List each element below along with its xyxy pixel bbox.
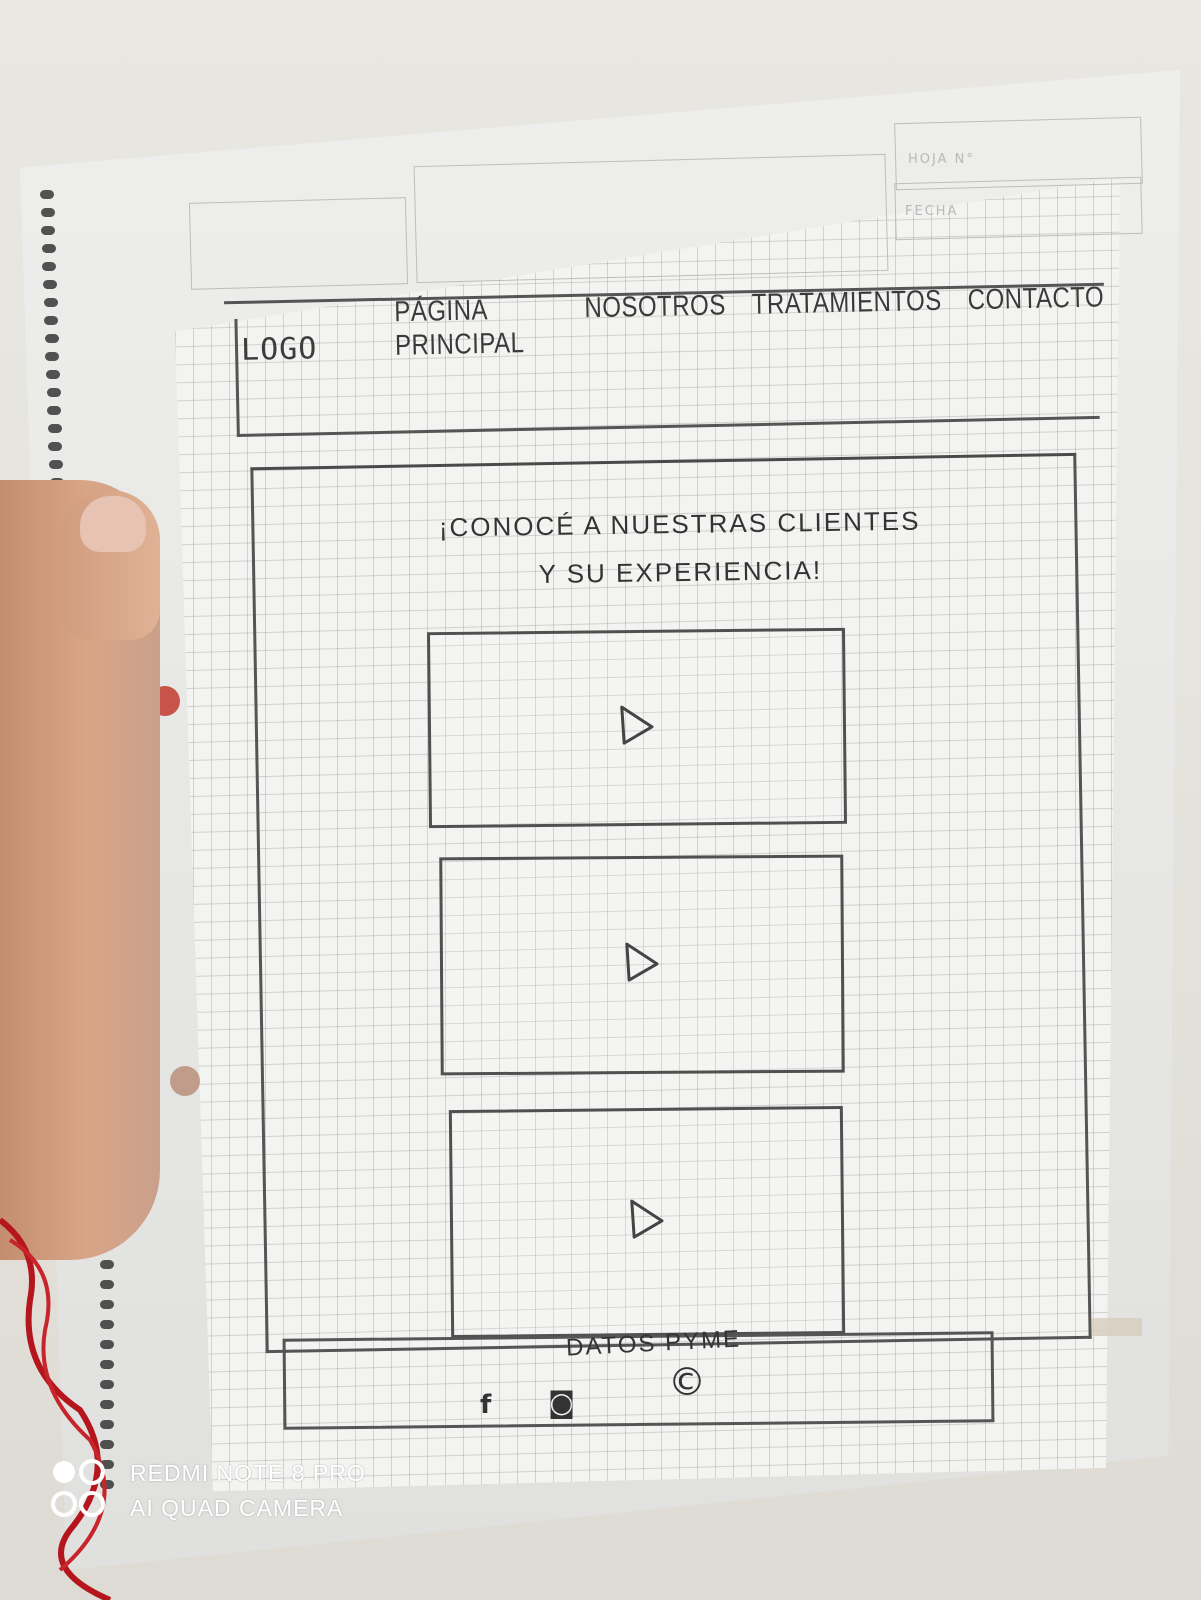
spiral-ring (42, 262, 57, 271)
wireframe-header: LOGO PÁGINA PRINCIPAL NOSOTROS TRATAMIEN… (223, 241, 1107, 444)
spiral-ring (46, 370, 60, 379)
punch-hole (170, 1066, 200, 1096)
play-icon[interactable] (626, 1197, 669, 1247)
logo: LOGO (240, 331, 318, 368)
headline-line-2: Y SU EXPERIENCIA! (538, 555, 823, 589)
nav-item-treatments[interactable]: TRATAMIENTOS (751, 285, 942, 356)
spiral-ring (43, 298, 58, 307)
spiral-ring (41, 226, 56, 235)
instagram-icon[interactable]: ◙ (548, 1386, 575, 1419)
spiral-ring (44, 316, 59, 325)
spiral-ring (43, 280, 57, 289)
thumbnail (80, 496, 146, 552)
video-placeholder-3[interactable] (448, 1105, 846, 1339)
play-icon[interactable] (616, 703, 659, 753)
watermark-line-2: AI QUAD CAMERA (130, 1495, 344, 1521)
spiral-ring (40, 208, 55, 217)
nav-item-contact[interactable]: CONTACTO (967, 281, 1105, 351)
spiral-ring (46, 388, 61, 397)
video-placeholder-1[interactable] (426, 627, 848, 829)
camera-watermark: REDMI NOTE 8 PRO AI QUAD CAMERA (130, 1456, 366, 1526)
tape-strip (1092, 1318, 1142, 1336)
play-icon[interactable] (621, 940, 663, 990)
facebook-icon[interactable]: f (480, 1390, 491, 1420)
headline-line-1: ¡CONOCÉ A NUESTRAS CLIENTES (438, 505, 921, 543)
spiral-ring (49, 460, 63, 469)
nav-item-about[interactable]: NOSOTROS (584, 289, 727, 359)
video-placeholder-2[interactable] (439, 854, 845, 1076)
spiral-ring (45, 352, 60, 361)
nav-item-home[interactable]: PÁGINA PRINCIPAL (394, 293, 560, 364)
spiral-ring (47, 406, 62, 415)
nav-menu: PÁGINA PRINCIPAL NOSOTROS TRATAMIENTOS C… (394, 281, 1105, 362)
spiral-ring (40, 190, 54, 199)
sheet-number-label: HOJA N° (908, 152, 975, 167)
whatsapp-icon[interactable]: © (668, 1360, 706, 1404)
spiral-ring (47, 424, 62, 433)
camera-watermark-icon (51, 1459, 105, 1517)
spiral-ring (48, 442, 63, 451)
headline: ¡CONOCÉ A NUESTRAS CLIENTES Y SU EXPERIE… (419, 496, 940, 599)
watermark-line-1: REDMI NOTE 8 PRO (130, 1460, 366, 1486)
date-label: FECHA (905, 204, 959, 219)
spiral-ring (41, 244, 56, 253)
red-thread-bracelet (0, 1217, 112, 1600)
spiral-ring (44, 334, 59, 343)
